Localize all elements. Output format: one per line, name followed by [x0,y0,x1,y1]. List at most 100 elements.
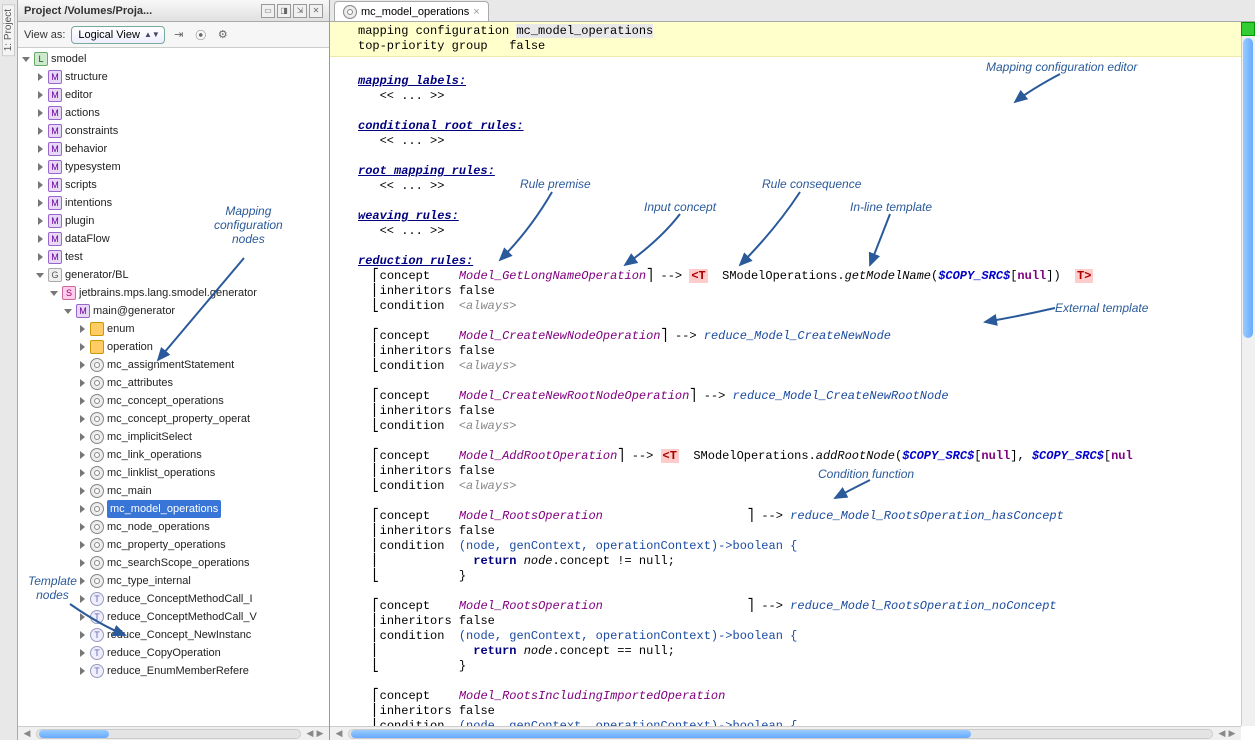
panel-btn-2[interactable]: ◨ [277,4,291,18]
tree-tmpl-reduce_ConceptMethodCall_V[interactable]: Treduce_ConceptMethodCall_V [22,608,329,626]
panel-btn-3[interactable]: ⇲ [293,4,307,18]
tree-mc-mc_attributes[interactable]: mc_attributes [22,374,329,392]
tree-label: operation [107,338,153,356]
disclosure-triangle-icon[interactable] [78,468,88,478]
tree-label: editor [65,86,93,104]
tree-root[interactable]: Lsmodel [22,50,329,68]
tree-mc-mc_concept_property_operat[interactable]: mc_concept_property_operat [22,410,329,428]
disclosure-triangle-icon[interactable] [36,90,46,100]
node-icon: T [90,646,104,660]
disclosure-triangle-icon[interactable] [78,540,88,550]
disclosure-triangle-icon[interactable] [36,108,46,118]
disclosure-triangle-icon[interactable] [36,72,46,82]
tree-mc-mc_model_operations[interactable]: mc_model_operations [22,500,329,518]
project-tree[interactable]: LsmodelMstructureMeditorMactionsMconstra… [18,48,329,726]
editor-tab[interactable]: mc_model_operations × [334,1,489,21]
tree-item-constraints[interactable]: Mconstraints [22,122,329,140]
tree-mc-mc_type_internal[interactable]: mc_type_internal [22,572,329,590]
disclosure-triangle-icon[interactable] [78,648,88,658]
panel-btn-1[interactable]: ▭ [261,4,275,18]
tree-item-behavior[interactable]: Mbehavior [22,140,329,158]
disclosure-triangle-icon[interactable] [78,414,88,424]
disclosure-triangle-icon[interactable] [78,504,88,514]
disclosure-triangle-icon[interactable] [78,594,88,604]
disclosure-triangle-icon[interactable] [36,162,46,172]
disclosure-triangle-icon[interactable] [36,198,46,208]
disclosure-triangle-icon[interactable] [78,360,88,370]
tree-mc-mc_main[interactable]: mc_main [22,482,329,500]
disclosure-triangle-icon[interactable] [78,666,88,676]
tree-label: mc_main [107,482,152,500]
tree-item-structure[interactable]: Mstructure [22,68,329,86]
tree-folder-operation[interactable]: operation [22,338,329,356]
tree-generator[interactable]: Ggenerator/BL [22,266,329,284]
tree-mc-mc_link_operations[interactable]: mc_link_operations [22,446,329,464]
tree-mc-mc_searchScope_operations[interactable]: mc_searchScope_operations [22,554,329,572]
view-as-combo[interactable]: Logical View ▲▼ [71,26,164,44]
panel-btn-4[interactable]: ✕ [309,4,323,18]
tree-item-plugin[interactable]: Mplugin [22,212,329,230]
tree-tmpl-reduce_ConceptMethodCall_I[interactable]: Treduce_ConceptMethodCall_I [22,590,329,608]
disclosure-triangle-icon[interactable] [50,288,60,298]
disclosure-triangle-icon[interactable] [36,144,46,154]
tree-h-scrollbar[interactable]: ◀ ◀▶ [18,726,329,740]
tree-label: mc_searchScope_operations [107,554,249,572]
disclosure-triangle-icon[interactable] [78,486,88,496]
disclosure-triangle-icon[interactable] [64,306,74,316]
disclosure-triangle-icon[interactable] [36,126,46,136]
editor-body[interactable]: mapping configuration mc_model_operation… [330,22,1255,740]
editor-v-scrollbar[interactable] [1241,22,1255,726]
disclosure-triangle-icon[interactable] [36,252,46,262]
disclosure-triangle-icon[interactable] [78,630,88,640]
disclosure-triangle-icon[interactable] [78,324,88,334]
tree-item-test[interactable]: Mtest [22,248,329,266]
disclosure-triangle-icon[interactable] [36,270,46,280]
tree-mc-mc_property_operations[interactable]: mc_property_operations [22,536,329,554]
tree-item-typesystem[interactable]: Mtypesystem [22,158,329,176]
tree-item-actions[interactable]: Mactions [22,104,329,122]
node-icon: M [48,214,62,228]
disclosure-triangle-icon[interactable] [78,522,88,532]
tree-item-scripts[interactable]: Mscripts [22,176,329,194]
node-icon: M [48,250,62,264]
disclosure-triangle-icon[interactable] [36,180,46,190]
disclosure-triangle-icon[interactable] [36,216,46,226]
tree-tmpl-reduce_Concept_NewInstanc[interactable]: Treduce_Concept_NewInstanc [22,626,329,644]
tree-main[interactable]: Mmain@generator [22,302,329,320]
tree-mc-mc_concept_operations[interactable]: mc_concept_operations [22,392,329,410]
tree-mc-mc_linklist_operations[interactable]: mc_linklist_operations [22,464,329,482]
node-icon: S [62,286,76,300]
editor-h-scrollbar[interactable]: ◀ ◀▶ [330,726,1241,740]
disclosure-triangle-icon[interactable] [78,450,88,460]
disclosure-triangle-icon[interactable] [78,342,88,352]
disclosure-triangle-icon[interactable] [36,234,46,244]
collapse-icon[interactable]: ⇥ [171,27,187,43]
node-icon [90,412,104,426]
disclosure-triangle-icon[interactable] [78,576,88,586]
side-tab-project[interactable]: 1: Project [2,4,15,56]
disclosure-triangle-icon[interactable] [78,378,88,388]
tree-item-dataFlow[interactable]: MdataFlow [22,230,329,248]
tree-label: reduce_EnumMemberRefere [107,662,249,680]
disclosure-triangle-icon[interactable] [78,558,88,568]
node-icon [90,466,104,480]
node-icon: T [90,628,104,642]
tree-mc-mc_assignmentStatement[interactable]: mc_assignmentStatement [22,356,329,374]
node-icon [90,538,104,552]
disclosure-triangle-icon[interactable] [22,54,32,64]
tree-pkg[interactable]: Sjetbrains.mps.lang.smodel.generator [22,284,329,302]
tree-folder-enum[interactable]: enum [22,320,329,338]
tree-mc-mc_node_operations[interactable]: mc_node_operations [22,518,329,536]
target-icon[interactable]: ⦿ [193,27,209,43]
disclosure-triangle-icon[interactable] [78,432,88,442]
gear-icon[interactable]: ⚙ [215,27,231,43]
tree-tmpl-reduce_CopyOperation[interactable]: Treduce_CopyOperation [22,644,329,662]
tree-mc-mc_implicitSelect[interactable]: mc_implicitSelect [22,428,329,446]
tree-tmpl-reduce_EnumMemberRefere[interactable]: Treduce_EnumMemberRefere [22,662,329,680]
disclosure-triangle-icon[interactable] [78,612,88,622]
disclosure-triangle-icon[interactable] [78,396,88,406]
close-icon[interactable]: × [473,6,479,18]
tree-item-editor[interactable]: Meditor [22,86,329,104]
tree-item-intentions[interactable]: Mintentions [22,194,329,212]
tree-label: mc_link_operations [107,446,202,464]
